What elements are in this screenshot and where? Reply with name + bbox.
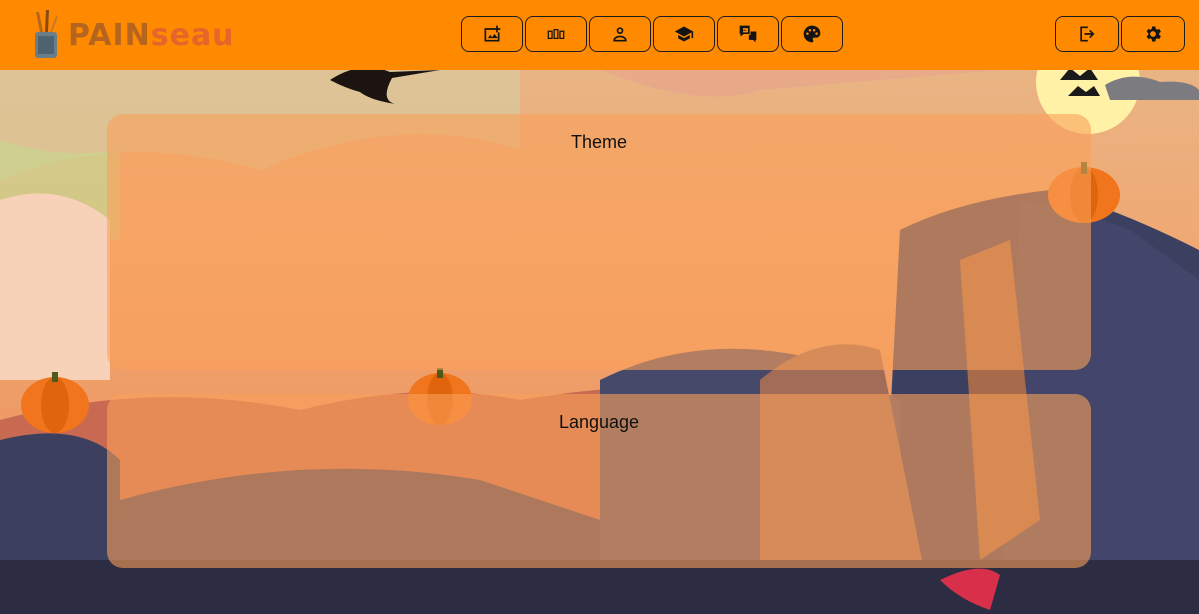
- language-panel: Language: [107, 394, 1091, 568]
- settings-button[interactable]: [1121, 16, 1185, 52]
- gallery-button[interactable]: [525, 16, 587, 52]
- top-navigation-bar: PAINseau: [0, 0, 1199, 70]
- profile-button[interactable]: [589, 16, 651, 52]
- person-icon: [613, 27, 627, 42]
- paintbrush-cup-icon: [35, 10, 58, 58]
- theme-panel-title: Theme: [570, 132, 628, 152]
- palette-icon: [803, 25, 821, 43]
- add-photo-icon: [484, 25, 501, 42]
- language-panel-title: Language: [558, 412, 640, 432]
- logout-button[interactable]: [1055, 16, 1119, 52]
- main-nav: [461, 16, 845, 52]
- gallery-icon: [547, 29, 565, 39]
- theme-button[interactable]: [781, 16, 843, 52]
- account-nav: [1055, 16, 1187, 52]
- add-image-button[interactable]: [461, 16, 523, 52]
- translate-button[interactable]: [717, 16, 779, 52]
- app-logo[interactable]: PAINseau: [30, 8, 235, 62]
- gear-icon: [1146, 26, 1161, 42]
- learn-button[interactable]: [653, 16, 715, 52]
- school-icon: [674, 26, 694, 42]
- logo-text-part1: PAIN: [68, 17, 151, 53]
- logo-text-part2: seau: [150, 17, 235, 53]
- logo-text: PAINseau: [68, 18, 235, 53]
- theme-panel: Theme: [107, 114, 1091, 370]
- translate-icon: [739, 25, 757, 43]
- logout-icon: [1080, 26, 1095, 42]
